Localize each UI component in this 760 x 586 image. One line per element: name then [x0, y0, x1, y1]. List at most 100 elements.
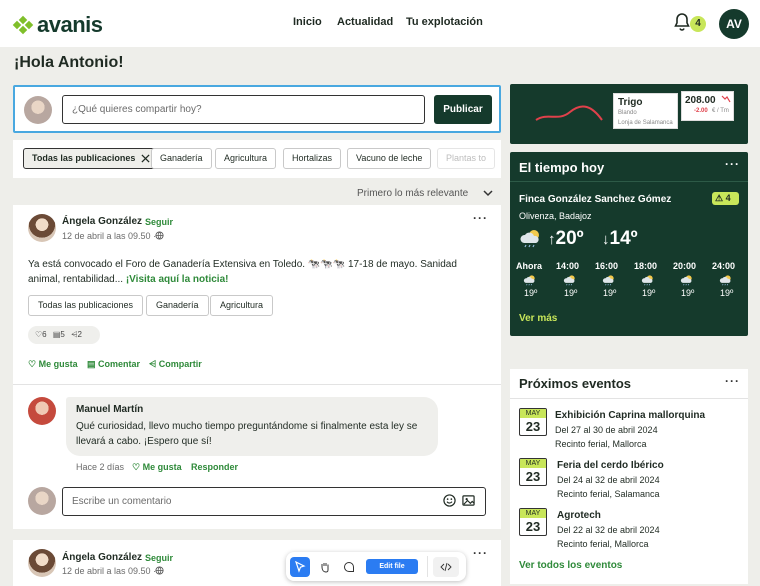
close-icon[interactable]: [141, 154, 150, 163]
market-name: Lonja de Salamanca: [618, 120, 673, 126]
chevron-down-icon[interactable]: [483, 188, 493, 198]
shares-count: 2: [77, 330, 82, 339]
post-link[interactable]: ¡Visita aquí la noticia!: [126, 274, 229, 285]
pointer-tool[interactable]: [290, 557, 310, 577]
filter-chip-plantas[interactable]: Plantas to: [437, 148, 496, 169]
rain-cloud-icon: [680, 275, 692, 286]
post-author[interactable]: Ángela González: [62, 552, 142, 563]
author-avatar[interactable]: [28, 549, 56, 577]
hour-label: Ahora: [516, 261, 543, 271]
globe-icon: [155, 231, 164, 240]
comment-input[interactable]: Escribe un comentario: [62, 487, 486, 516]
weather-alert-badge[interactable]: ⚠ 4: [712, 192, 739, 205]
events-menu-icon[interactable]: ···: [725, 374, 740, 388]
sort-label[interactable]: Primero lo más relevante: [357, 188, 468, 199]
nav-inicio[interactable]: Inicio: [293, 16, 322, 28]
comment-button[interactable]: ▤ Comentar: [87, 359, 140, 370]
emoji-icon[interactable]: [443, 494, 456, 507]
hour-forecast-item: 20:00 19º: [673, 261, 703, 298]
post-menu-icon[interactable]: ···: [473, 211, 488, 225]
event-day: 23: [525, 469, 541, 484]
temp-min-value: 14º: [609, 228, 638, 249]
follow-button[interactable]: Seguir: [145, 217, 173, 227]
share-label: Compartir: [158, 359, 202, 369]
reply-button[interactable]: Responder: [191, 462, 238, 472]
arrow-up-icon: ↑: [548, 231, 556, 248]
like-button[interactable]: ♡ Me gusta: [28, 359, 78, 370]
commenter-avatar[interactable]: [28, 397, 56, 425]
farm-name[interactable]: Finca González Sanchez Gómez: [519, 194, 671, 205]
top-header: avanis Inicio Actualidad Tu explotación …: [0, 0, 760, 47]
post-tag[interactable]: Todas las publicaciones: [28, 295, 144, 316]
follow-button[interactable]: Seguir: [145, 553, 173, 563]
post-date: 12 de abril a las 09.50 ·: [62, 231, 157, 241]
hour-label: 18:00: [634, 261, 658, 271]
event-place: Recinto ferial, Salamanca: [557, 489, 660, 499]
filter-chip-hortalizas[interactable]: Hortalizas: [283, 148, 342, 169]
share-button[interactable]: ⩤ Compartir: [149, 359, 202, 370]
rain-cloud-icon: [563, 275, 575, 286]
arrow-down-icon: ↓: [602, 231, 610, 248]
composer-avatar: [24, 96, 52, 124]
price-unit: € / Tm: [712, 108, 729, 114]
image-icon[interactable]: [462, 494, 475, 507]
event-day: 23: [525, 419, 541, 434]
post-author[interactable]: Ángela González: [62, 216, 142, 227]
event-place: Recinto ferial, Mallorca: [557, 539, 649, 549]
post-stats: ♡6 ▤5 ⩤2: [28, 326, 100, 344]
nav-actualidad[interactable]: Actualidad: [337, 16, 393, 28]
hour-forecast-item: 24:00 19º: [712, 261, 742, 298]
filter-chip-agricultura[interactable]: Agricultura: [215, 148, 277, 169]
hand-tool[interactable]: [315, 557, 335, 577]
user-avatar[interactable]: AV: [719, 9, 749, 39]
bell-icon[interactable]: [672, 12, 692, 32]
product-variety: Blando: [618, 110, 637, 116]
filter-chip-ganaderia[interactable]: Ganadería: [151, 148, 212, 169]
weather-menu-icon[interactable]: ···: [725, 157, 740, 171]
market-price-widget[interactable]: Trigo Blando Lonja de Salamanca 208.00 -…: [510, 84, 748, 144]
comment-like-button[interactable]: ♡ Me gusta: [132, 462, 182, 473]
share-icon: ⩤: [149, 359, 159, 369]
event-name[interactable]: Agrotech: [557, 510, 601, 521]
hour-temp: 19º: [564, 288, 578, 298]
events-title: Próximos eventos: [519, 376, 631, 391]
rain-cloud-icon: [520, 230, 539, 248]
event-name[interactable]: Exhibición Caprina mallorquina: [555, 410, 705, 421]
publish-button[interactable]: Publicar: [434, 95, 492, 124]
post-date: 12 de abril a las 09.50 ·: [62, 566, 157, 576]
code-view-button[interactable]: [433, 557, 459, 577]
hour-label: 16:00: [595, 261, 619, 271]
notification-count-badge: 4: [690, 16, 706, 32]
logo-mark-icon: [12, 15, 34, 35]
post-composer: ¿Qué quieres compartir hoy? Publicar: [13, 85, 501, 133]
author-avatar[interactable]: [28, 214, 56, 242]
comment-label: Comentar: [98, 359, 141, 369]
farm-location: Olivenza, Badajoz: [519, 211, 592, 221]
post-menu-icon[interactable]: ···: [473, 546, 488, 560]
price-change: -2.00: [694, 108, 708, 114]
warning-icon: ⚠: [715, 193, 724, 203]
filter-chip-todas[interactable]: Todas las publicaciones: [23, 148, 157, 169]
nav-tu-explotacion[interactable]: Tu explotación: [406, 16, 483, 28]
code-icon: [440, 562, 452, 572]
post-tag[interactable]: Agricultura: [210, 295, 274, 316]
alert-count: 4: [725, 193, 731, 203]
weather-title: El tiempo hoy: [519, 160, 605, 175]
price-box: 208.00 -2.00 € / Tm: [681, 91, 734, 121]
post-tag[interactable]: Ganadería: [146, 295, 209, 316]
comment-author[interactable]: Manuel Martín: [76, 404, 143, 415]
composer-input[interactable]: ¿Qué quieres compartir hoy?: [62, 95, 425, 124]
weather-more-link[interactable]: Ver más: [519, 313, 557, 324]
event-dates: Del 27 al 30 de abril 2024: [555, 425, 658, 435]
rain-cloud-icon: [602, 275, 614, 286]
hour-temp: 19º: [681, 288, 695, 298]
comment-tool[interactable]: [339, 557, 359, 577]
filter-chip-vacuno[interactable]: Vacuno de leche: [347, 148, 432, 169]
event-name[interactable]: Feria del cerdo Ibérico: [557, 460, 664, 471]
likes-count: 6: [42, 330, 47, 339]
edit-file-button[interactable]: Edit file: [366, 559, 418, 574]
event-day: 23: [525, 519, 541, 534]
comment-like-label: Me gusta: [142, 462, 182, 472]
logo[interactable]: avanis: [12, 12, 103, 38]
all-events-link[interactable]: Ver todos los eventos: [519, 560, 622, 571]
